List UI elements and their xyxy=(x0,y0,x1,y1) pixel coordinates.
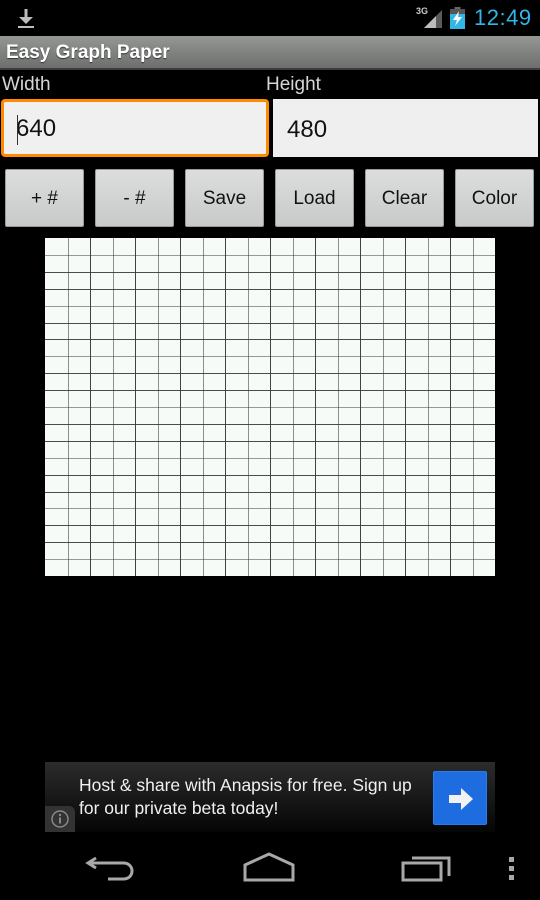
grid-lines xyxy=(45,238,495,576)
height-input[interactable]: 480 xyxy=(273,99,538,157)
signal-icon xyxy=(424,10,442,28)
ad-go-button[interactable] xyxy=(433,771,487,825)
ad-banner[interactable]: Host & share with Anapsis for free. Sign… xyxy=(45,762,495,832)
navigation-bar xyxy=(0,835,540,900)
status-bar: 3G 12:49 xyxy=(0,0,540,36)
load-button[interactable]: Load xyxy=(275,169,354,227)
width-label: Width xyxy=(2,74,51,95)
ad-info-button[interactable] xyxy=(45,806,75,832)
save-button[interactable]: Save xyxy=(185,169,264,227)
color-button[interactable]: Color xyxy=(455,169,534,227)
text-cursor xyxy=(17,115,18,145)
title-bar: Easy Graph Paper xyxy=(0,36,540,70)
recent-apps-icon[interactable] xyxy=(400,850,454,886)
info-icon xyxy=(51,810,69,828)
back-icon[interactable] xyxy=(84,850,138,886)
height-value: 480 xyxy=(287,116,328,143)
ad-text[interactable]: Host & share with Anapsis for free. Sign… xyxy=(79,774,429,820)
clear-button[interactable]: Clear xyxy=(365,169,444,227)
battery-charging-icon xyxy=(450,7,465,29)
overflow-menu-icon[interactable] xyxy=(504,850,520,886)
home-icon[interactable] xyxy=(240,850,298,886)
width-value: 640 xyxy=(16,115,57,142)
app-title: Easy Graph Paper xyxy=(6,42,170,63)
download-icon xyxy=(18,9,34,28)
arrow-right-icon xyxy=(449,788,473,810)
width-input[interactable]: 640 xyxy=(1,99,269,157)
remove-grid-button[interactable]: - # xyxy=(95,169,174,227)
height-label: Height xyxy=(266,74,321,95)
add-grid-button[interactable]: + # xyxy=(5,169,84,227)
graph-paper-canvas[interactable] xyxy=(45,238,495,576)
clock: 12:49 xyxy=(474,5,532,30)
